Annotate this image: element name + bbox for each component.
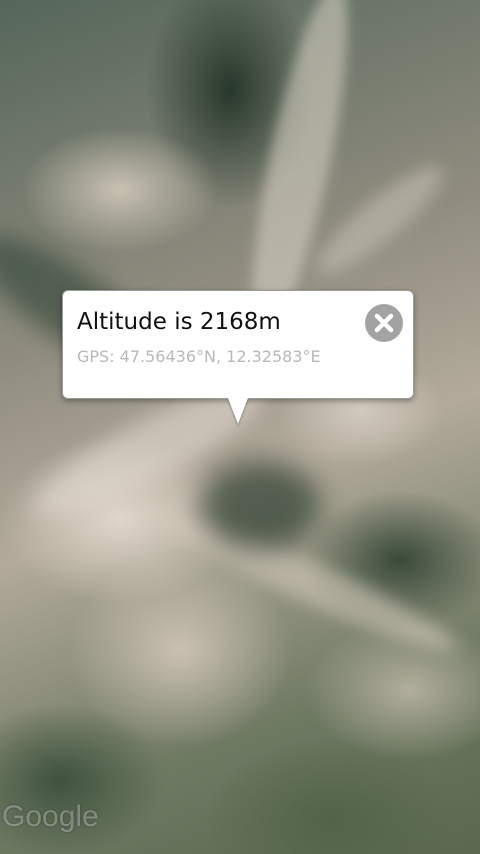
- close-button[interactable]: [365, 304, 403, 342]
- terrain-ridge: [305, 153, 455, 287]
- close-icon: [374, 313, 394, 333]
- info-bubble[interactable]: Altitude is 2168m GPS: 47.56436°N, 12.32…: [62, 290, 414, 399]
- google-logo: Google: [2, 800, 99, 833]
- gps-coordinates: GPS: 47.56436°N, 12.32583°E: [77, 347, 321, 366]
- bubble-pointer: [228, 398, 248, 424]
- satellite-map[interactable]: Google: [0, 0, 480, 854]
- terrain-shadow: [200, 460, 320, 550]
- altitude-text: Altitude is 2168m: [77, 309, 281, 335]
